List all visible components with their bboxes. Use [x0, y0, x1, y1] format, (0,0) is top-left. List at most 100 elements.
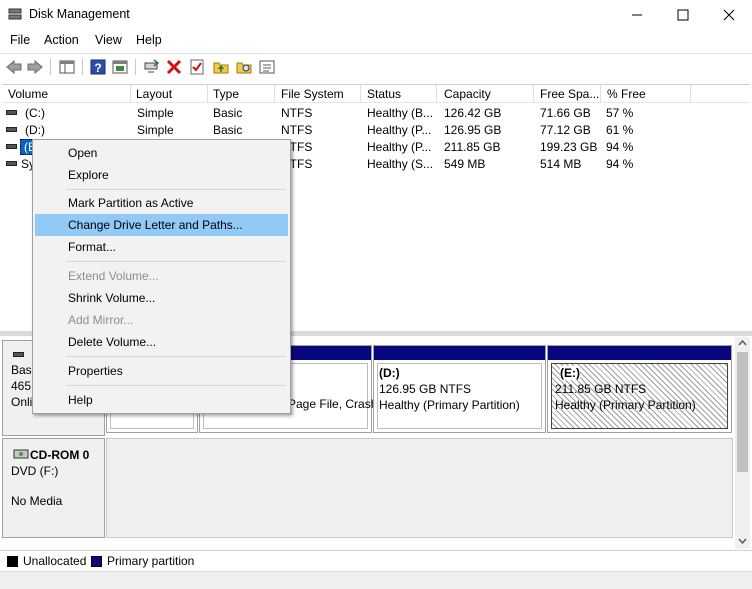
minimize-icon	[632, 14, 642, 16]
column-divider[interactable]	[360, 85, 361, 103]
cell-status: Healthy (B...	[367, 106, 434, 120]
menu-view[interactable]: View	[95, 33, 122, 47]
cdrom-label[interactable]: CD-ROM 0 DVD (F:) No Media	[2, 438, 105, 538]
help-icon[interactable]: ?	[89, 58, 107, 76]
vertical-scrollbar[interactable]	[735, 337, 750, 549]
col-layout[interactable]: Layout	[136, 87, 172, 101]
column-divider[interactable]	[207, 85, 208, 103]
primary-swatch	[91, 556, 102, 567]
partition-body	[377, 363, 542, 429]
partition-d-size: 126.95 GB NTFS	[379, 382, 472, 396]
menu-item-shrink-volume[interactable]: Shrink Volume...	[35, 287, 288, 309]
column-divider[interactable]	[600, 85, 601, 103]
menu-item-open[interactable]: Open	[35, 142, 288, 164]
col-status[interactable]: Status	[367, 87, 401, 101]
cdrom-title: CD-ROM 0	[30, 448, 90, 462]
cell-percent-free: 94 %	[606, 157, 634, 171]
menu-item-format[interactable]: Format...	[35, 236, 288, 258]
column-divider[interactable]	[130, 85, 131, 103]
connect-icon[interactable]	[142, 58, 160, 76]
close-button[interactable]	[706, 0, 752, 30]
partition-e-size: 211.85 GB NTFS	[555, 382, 647, 396]
menu-help[interactable]: Help	[136, 33, 162, 47]
col-file-system[interactable]: File System	[281, 87, 344, 101]
context-menu: Open Explore Mark Partition as Active Ch…	[32, 139, 291, 414]
menu-item-mark-active[interactable]: Mark Partition as Active	[35, 192, 288, 214]
cell-volume: (C:)	[25, 106, 45, 120]
scroll-up-icon[interactable]	[738, 340, 747, 346]
column-divider[interactable]	[274, 85, 275, 103]
menu-item-delete-volume[interactable]: Delete Volume...	[35, 331, 288, 353]
drive-icon	[6, 144, 17, 149]
cdrom-icon	[13, 449, 29, 459]
col-free-space[interactable]: Free Spa...	[540, 87, 599, 101]
partition-e[interactable]: (E:) 211.85 GB NTFS Healthy (Primary Par…	[547, 345, 732, 433]
disk-0-type: Basi	[11, 363, 35, 377]
cell-capacity: 126.95 GB	[444, 123, 502, 137]
menu-separator	[66, 261, 286, 262]
cell-percent-free: 94 %	[606, 140, 634, 154]
toolbar: ?	[0, 53, 752, 79]
drive-icon	[6, 161, 17, 166]
unallocated-swatch	[7, 556, 18, 567]
maximize-button[interactable]	[660, 0, 706, 30]
back-arrow-icon[interactable]	[5, 58, 23, 76]
cell-free-space: 71.66 GB	[540, 106, 591, 120]
up-folder-icon[interactable]	[212, 58, 230, 76]
minimize-button[interactable]	[614, 0, 660, 30]
primary-partition-bar	[548, 346, 731, 360]
title-bar: Disk Management	[0, 0, 752, 30]
scroll-thumb[interactable]	[737, 352, 748, 472]
menu-item-explore[interactable]: Explore	[35, 164, 288, 186]
column-divider[interactable]	[436, 85, 437, 103]
column-divider[interactable]	[533, 85, 534, 103]
cdrom-drive: DVD (F:)	[11, 464, 59, 478]
menu-separator	[66, 385, 286, 386]
table-row[interactable]: (D:) Simple Basic NTFS Healthy (P... 126…	[2, 121, 750, 138]
menu-item-change-drive-letter[interactable]: Change Drive Letter and Paths...	[35, 214, 288, 236]
close-icon	[723, 9, 735, 21]
table-row[interactable]: (C:) Simple Basic NTFS Healthy (B... 126…	[2, 104, 750, 121]
cell-percent-free: 57 %	[606, 106, 634, 120]
menu-separator	[66, 189, 286, 190]
partition-c-detail: Page File, Crash	[288, 397, 378, 411]
col-percent-free[interactable]: % Free	[607, 87, 646, 101]
delete-icon[interactable]	[165, 58, 183, 76]
check-icon[interactable]	[188, 58, 206, 76]
cell-free-space: 199.23 GB	[540, 140, 598, 154]
cell-status: Healthy (P...	[367, 140, 432, 154]
primary-partition-bar	[374, 346, 545, 360]
menu-item-add-mirror: Add Mirror...	[68, 313, 134, 327]
menu-separator	[66, 356, 286, 357]
menu-item-help[interactable]: Help	[35, 389, 288, 411]
console-tree-icon[interactable]	[58, 58, 76, 76]
properties-icon[interactable]	[111, 58, 129, 76]
cell-free-space: 77.12 GB	[540, 123, 591, 137]
cell-file-system: NTFS	[281, 106, 313, 120]
scroll-down-icon[interactable]	[738, 538, 747, 544]
menu-file[interactable]: File	[10, 33, 30, 47]
col-volume[interactable]: Volume	[8, 87, 48, 101]
menu-bar: File Action View Help	[0, 31, 752, 51]
cell-capacity: 126.42 GB	[444, 106, 502, 120]
menu-item-properties[interactable]: Properties	[35, 360, 288, 382]
legend: Unallocated Primary partition	[0, 550, 752, 570]
disk-icon	[13, 352, 24, 357]
col-capacity[interactable]: Capacity	[444, 87, 491, 101]
cdrom-area[interactable]	[106, 438, 733, 538]
toolbar-separator	[82, 59, 83, 75]
svg-text:?: ?	[94, 61, 101, 75]
cdrom-media: No Media	[11, 494, 63, 508]
partition-e-status: Healthy (Primary Partition)	[555, 398, 696, 412]
search-icon[interactable]	[235, 58, 253, 76]
menu-action[interactable]: Action	[44, 33, 79, 47]
cell-capacity: 211.85 GB	[444, 140, 501, 154]
settings-list-icon[interactable]	[258, 58, 276, 76]
col-type[interactable]: Type	[213, 87, 239, 101]
forward-arrow-icon[interactable]	[26, 58, 44, 76]
volume-list-header: Volume Layout Type File System Status Ca…	[2, 85, 750, 103]
partition-e-title: (E:)	[560, 366, 580, 380]
partition-d[interactable]: (D:) 126.95 GB NTFS Healthy (Primary Par…	[373, 345, 546, 433]
maximize-icon	[677, 9, 689, 21]
column-divider[interactable]	[690, 85, 691, 103]
